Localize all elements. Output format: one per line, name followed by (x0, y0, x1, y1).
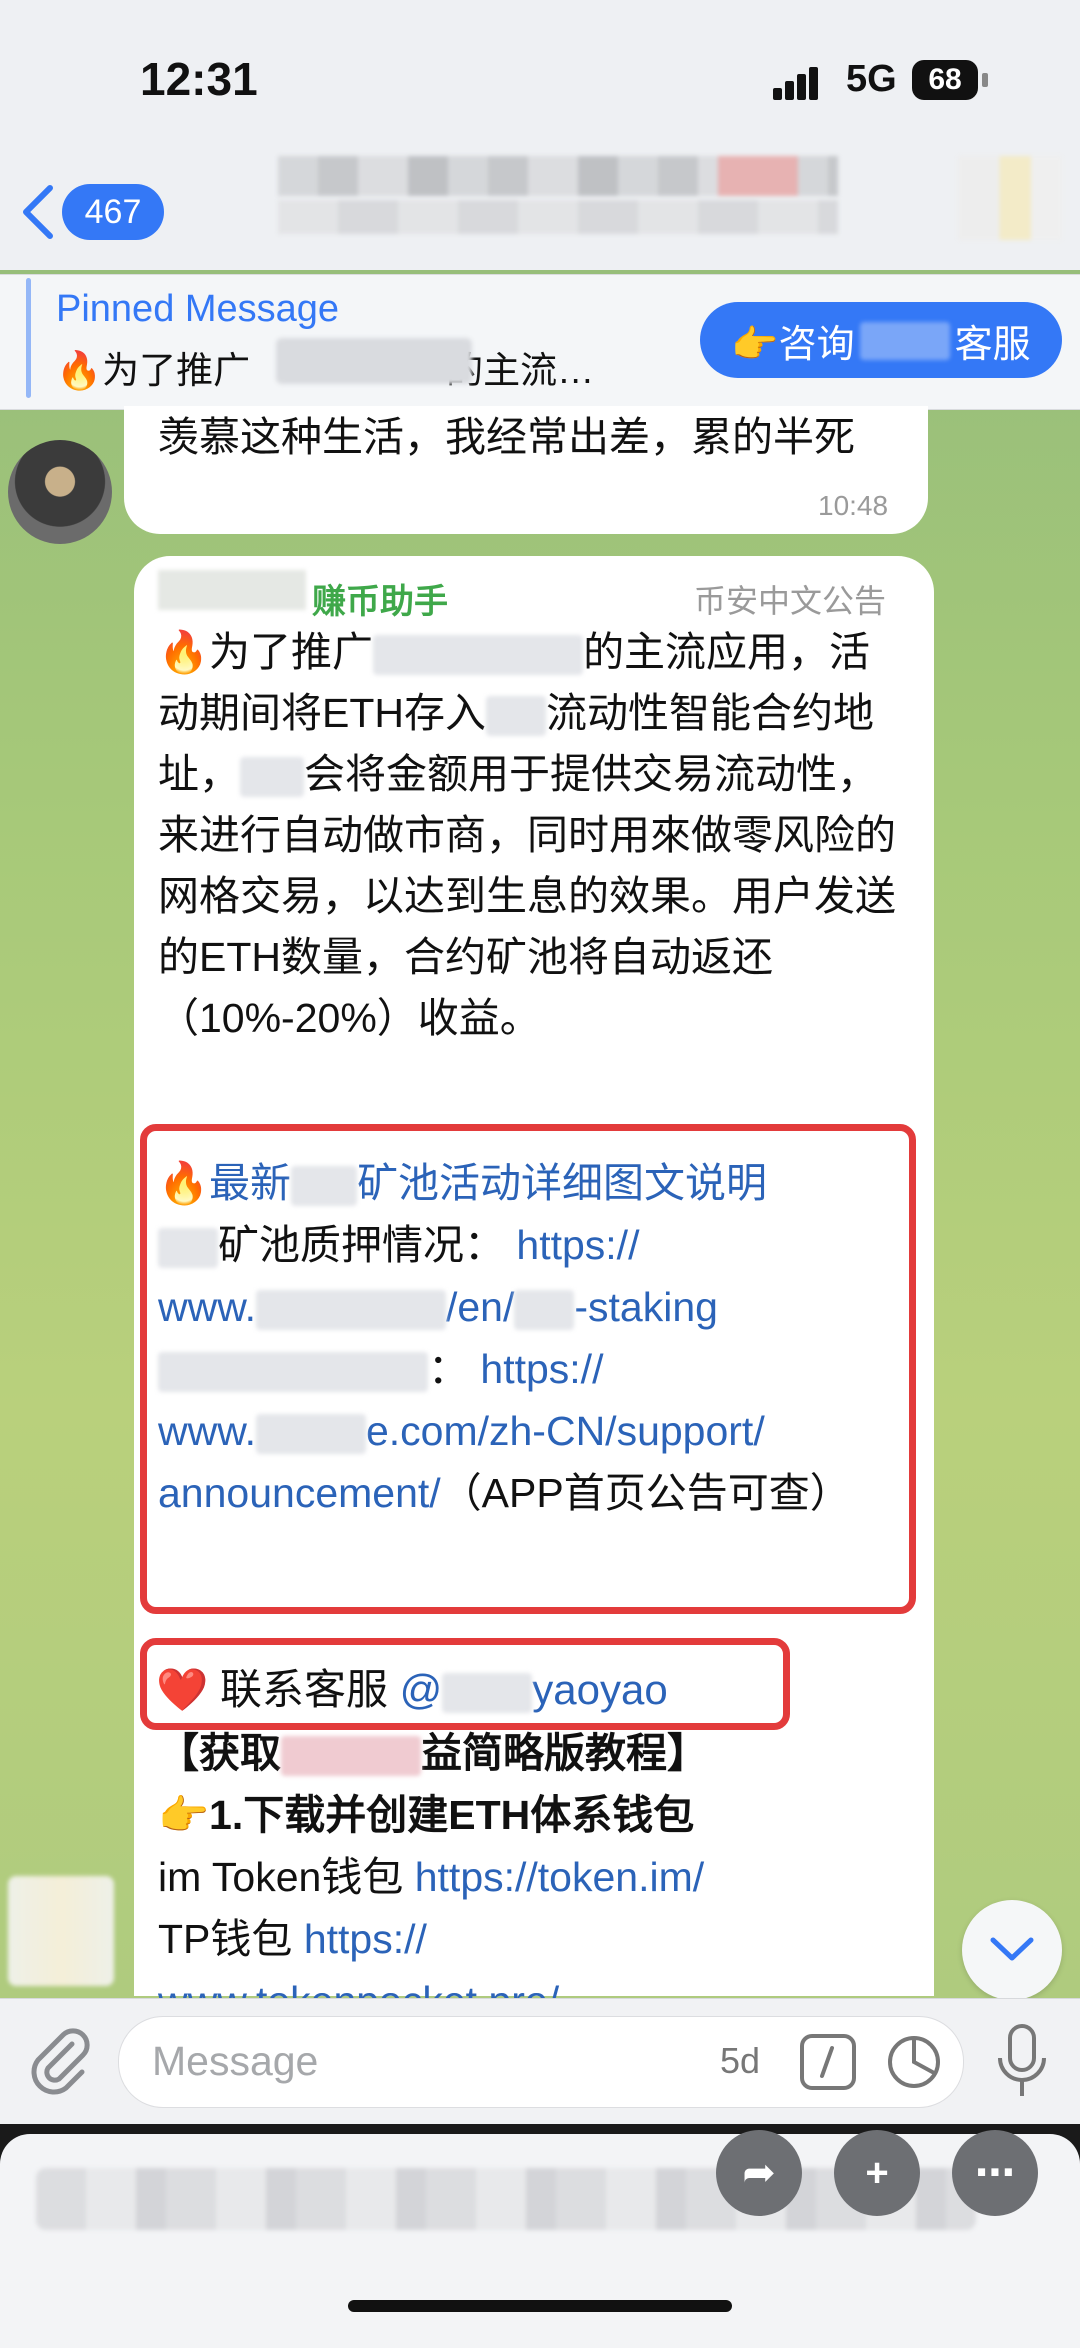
home-indicator (348, 2300, 732, 2312)
tutorial-block: 【获取 益简略版教程】 👉1.下载并创建ETH体系钱包 im Token钱包 ht… (158, 1722, 908, 2010)
imtoken-label: im Token钱包 (158, 1854, 404, 1900)
link2-part-b[interactable]: www. (158, 1408, 256, 1454)
command-icon[interactable] (800, 2034, 856, 2090)
contact-handle-b[interactable]: yaoyao (532, 1666, 667, 1713)
imtoken-line: im Token钱包 https://token.im/ (158, 1846, 908, 1908)
redaction (255, 1290, 446, 1331)
link2-label-line: ： https:// (158, 1338, 908, 1400)
message-body: 🔥为了推广 的主流应用，活动期间将ETH存入 流动性智能合约地址， 会将金额用于提供交… (158, 622, 908, 1049)
status-time: 12:31 (140, 53, 258, 105)
redaction (373, 635, 584, 676)
consult-suffix: 客服 (954, 323, 1031, 366)
tp-link-a[interactable]: https:// (304, 1916, 427, 1962)
scroll-down-button[interactable] (962, 1900, 1062, 2000)
previous-message-text: 羡慕这种生活，我经常出差，累的半死 (158, 414, 855, 460)
avatar-redacted (8, 1876, 114, 1986)
contact-line: ❤️ 联系客服 @ yaoyao (156, 1656, 668, 1717)
tp-line: TP钱包 https:// (158, 1908, 908, 1970)
battery-tip (982, 73, 988, 87)
consult-redacted (860, 322, 950, 360)
body-part-1: 🔥为了推广 (158, 629, 374, 675)
tp-label: TP钱包 (158, 1916, 293, 1962)
redaction (442, 1672, 533, 1713)
link-title-prefix[interactable]: 🔥最新 (158, 1160, 291, 1206)
pinned-title: Pinned Message (56, 288, 340, 330)
redaction (514, 1290, 575, 1331)
link2-part-a[interactable]: https:// (480, 1346, 603, 1392)
chevron-down-icon (990, 1937, 1034, 1961)
chat-subtitle-redacted (278, 200, 838, 234)
link1-part-c[interactable]: /en/ (446, 1284, 514, 1330)
tutorial-title: 【获取 益简略版教程】 (158, 1722, 908, 1784)
link2-end-line: announcement/（APP首页公告可查） (158, 1462, 908, 1524)
pinned-indicator (26, 278, 31, 398)
pledge-line: 矿池质押情况： https:// (158, 1214, 908, 1276)
link1-line[interactable]: www. /en/ -staking (158, 1276, 908, 1338)
imtoken-link[interactable]: https://token.im/ (415, 1854, 704, 1900)
contact-prefix: ❤️ 联系客服 (156, 1666, 388, 1713)
link2-label: ： (428, 1346, 469, 1392)
more-icon[interactable]: ⋯ (952, 2130, 1038, 2216)
link1-part-d[interactable]: -staking (574, 1284, 718, 1330)
network-type: 5G (846, 58, 897, 100)
battery-indicator: 68 (912, 60, 978, 100)
back-chevron-icon[interactable] (18, 182, 58, 242)
redaction (486, 696, 546, 737)
consult-prefix: 👉咨询 (731, 323, 855, 366)
previous-message-time: 10:48 (818, 490, 889, 521)
redaction (291, 1166, 358, 1207)
redaction (255, 1414, 366, 1455)
link2-note: （APP首页公告可查） (440, 1470, 851, 1516)
share-icon[interactable]: ➦ (716, 2130, 802, 2216)
chat-title-redacted[interactable] (278, 156, 838, 196)
link2-part-d[interactable]: announcement/ (158, 1470, 441, 1516)
signal-icon (773, 67, 818, 100)
attach-icon[interactable] (22, 2022, 98, 2098)
tutorial-title-a: 【获取 (158, 1730, 281, 1776)
sender-name[interactable]: 赚币助手 (312, 574, 448, 623)
contact-handle-a[interactable]: @ (400, 1666, 443, 1713)
sender-name-redacted (158, 570, 306, 610)
chat-avatar-redacted[interactable] (958, 156, 1062, 240)
pledge-label: 矿池质押情况： (218, 1222, 505, 1268)
redaction (158, 1228, 218, 1269)
link1-part-a[interactable]: https:// (516, 1222, 639, 1268)
pinned-preview-prefix: 🔥为了推广 (56, 350, 251, 391)
redaction (281, 1736, 421, 1777)
link-title-suffix[interactable]: 矿池活动详细图文说明 (357, 1160, 767, 1206)
pinned-redacted (276, 338, 472, 384)
redaction (240, 757, 304, 798)
sticker-icon[interactable] (886, 2034, 942, 2090)
tutorial-title-b: 益简略版教程】 (421, 1730, 708, 1776)
link2-line[interactable]: www. e.com/zh-CN/support/ (158, 1400, 908, 1462)
redaction (158, 1352, 428, 1393)
sender-avatar[interactable] (8, 440, 112, 544)
mic-icon[interactable] (992, 2022, 1052, 2102)
link1-part-b[interactable]: www. (158, 1284, 256, 1330)
message-placeholder: Message (152, 2038, 319, 2084)
link-title[interactable]: 🔥最新 矿池活动详细图文说明 (158, 1152, 908, 1214)
add-icon[interactable]: + (834, 2130, 920, 2216)
unread-count-badge[interactable]: 467 (62, 184, 164, 240)
sender-badge: 币安中文公告 (694, 583, 887, 619)
tutorial-step1: 👉1.下载并创建ETH体系钱包 (158, 1792, 695, 1838)
link-block: 🔥最新 矿池活动详细图文说明 矿池质押情况： https:// www. /en/ -… (158, 1152, 908, 1524)
link2-part-c[interactable]: e.com/zh-CN/support/ (366, 1408, 765, 1454)
auto-delete-timer[interactable]: 5d (720, 2040, 760, 2082)
